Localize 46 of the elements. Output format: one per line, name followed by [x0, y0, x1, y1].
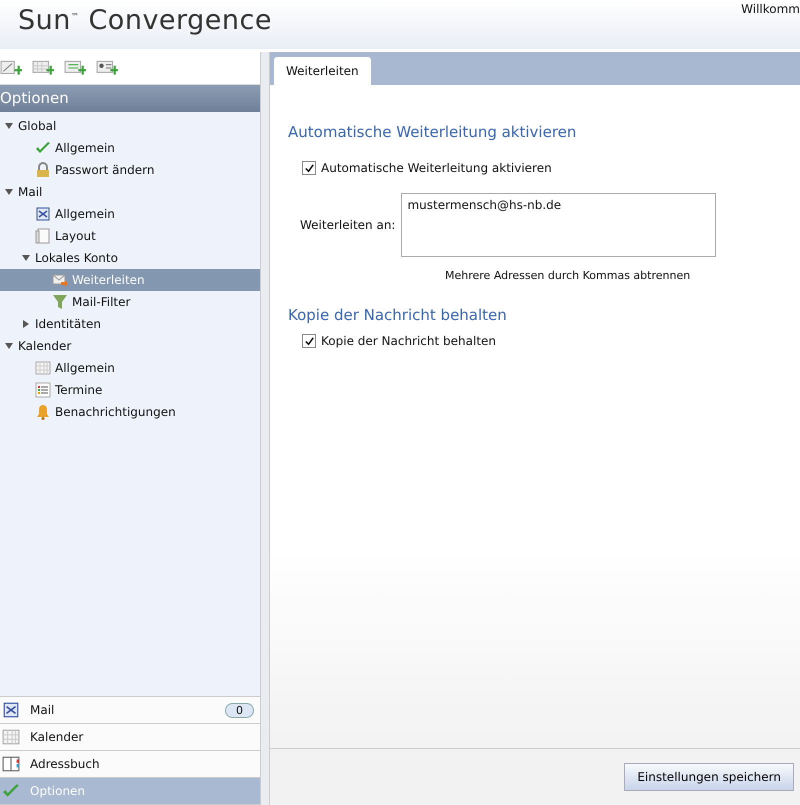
- nav-item[interactable]: Kalender: [0, 724, 260, 751]
- calendar-icon: [2, 728, 20, 746]
- welcome-text: Willkomm: [741, 1, 800, 18]
- tree-item[interactable]: Mail-Filter: [0, 291, 260, 313]
- tree-item[interactable]: Allgemein: [0, 357, 260, 379]
- filter-icon: [52, 294, 68, 310]
- list-icon: [35, 382, 51, 398]
- tree-item[interactable]: Layout: [0, 225, 260, 247]
- envelope-arrow-icon: [52, 272, 68, 288]
- calendar-icon: [35, 360, 51, 376]
- tree-item[interactable]: Allgemein: [0, 137, 260, 159]
- tree-item[interactable]: Identitäten: [0, 313, 260, 335]
- tree-item[interactable]: Termine: [0, 379, 260, 401]
- tree-item[interactable]: Passwort ändern: [0, 159, 260, 181]
- tree-item[interactable]: Allgemein: [0, 203, 260, 225]
- app-logo: Sun$^{™}$ Convergence: [17, 4, 272, 38]
- collapsed-arrow-icon: [22, 320, 30, 328]
- tree-item[interactable]: Global: [0, 115, 260, 137]
- expanded-arrow-icon: [22, 254, 30, 262]
- expanded-arrow-icon: [5, 188, 13, 196]
- field-label: Weiterleiten an:: [300, 218, 396, 232]
- nav-item[interactable]: Adressbuch: [0, 751, 260, 778]
- nav-item[interactable]: Mail 0: [0, 697, 260, 724]
- section-heading: Automatische Weiterleitung aktivieren: [288, 123, 578, 141]
- expanded-arrow-icon: [5, 342, 13, 350]
- checkbox-label: Kopie der Nachricht behalten: [321, 334, 496, 348]
- input-field[interactable]: mustermensch@hs-nb.de: [401, 193, 716, 257]
- panel-title: Optionen: [0, 85, 260, 112]
- book-icon: [2, 755, 20, 773]
- tree-item[interactable]: Lokales Konto: [0, 247, 260, 269]
- checkbox-label: Automatische Weiterleitung aktivieren: [321, 161, 552, 175]
- save-button[interactable]: Einstellungen speichern: [624, 763, 794, 791]
- page-icon: [35, 228, 51, 244]
- expanded-arrow-icon: [5, 122, 13, 130]
- count-badge: 0: [225, 702, 254, 718]
- tree-item[interactable]: Kalender: [0, 335, 260, 357]
- tab[interactable]: Weiterleiten: [274, 57, 371, 85]
- checkbox[interactable]: [302, 161, 316, 175]
- lock-icon: [35, 162, 51, 178]
- check-icon: [35, 140, 51, 156]
- hint-text: Mehrere Adressen durch Kommas abtrennen: [444, 269, 692, 282]
- tree-item[interactable]: Mail: [0, 181, 260, 203]
- section-heading: Kopie der Nachricht behalten: [288, 306, 508, 324]
- bell-icon: [35, 404, 51, 420]
- tree-item[interactable]: Benachrichtigungen: [0, 401, 260, 423]
- checkbox[interactable]: [302, 334, 316, 348]
